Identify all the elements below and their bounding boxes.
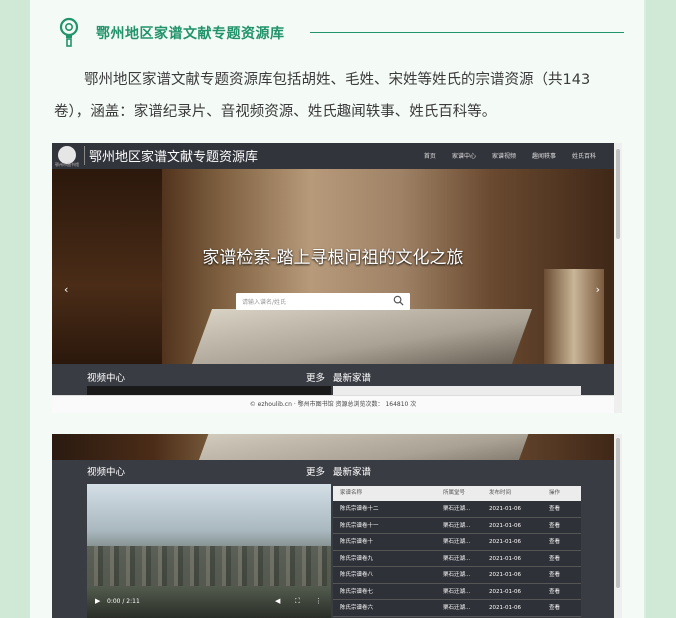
cell-name[interactable]: 陈氏宗谱卷八 bbox=[333, 567, 443, 583]
video-preview-edge bbox=[87, 386, 331, 395]
cell-hall: 栗石迁湖... bbox=[443, 539, 471, 545]
col-date: 发布时间 bbox=[489, 490, 512, 496]
view-button[interactable]: 查看 bbox=[549, 600, 581, 616]
scrollbar[interactable] bbox=[614, 434, 622, 618]
volume-icon[interactable]: ◀ bbox=[275, 597, 280, 605]
cell-hall: 栗石迁湖... bbox=[443, 605, 471, 611]
search-box[interactable]: 请输入谱名/姓氏 bbox=[236, 293, 410, 310]
website-screenshot-home: 鄂州市图书馆 鄂州地区家谱文献专题资源库 首页 家谱中心 家谱视频 趣闻轶事 姓… bbox=[52, 143, 622, 413]
cell-date: 2021-01-06 bbox=[489, 572, 521, 578]
newest-genealogy-label: 最新家谱 bbox=[333, 467, 372, 478]
more-options-icon[interactable]: ⋮ bbox=[315, 597, 322, 605]
table-row[interactable]: 陈氏宗谱卷八 栗石迁湖... 2021-01-06 查看 bbox=[333, 567, 581, 584]
scrollbar-thumb[interactable] bbox=[616, 149, 620, 239]
search-icon[interactable] bbox=[393, 295, 404, 306]
cell-name[interactable]: 陈氏宗谱卷六 bbox=[333, 600, 443, 616]
hero-book-image bbox=[191, 434, 533, 460]
section-header: 鄂州地区家谱文献专题资源库 bbox=[58, 14, 624, 50]
col-hall: 所属堂号 bbox=[443, 490, 466, 496]
video-controls: ▶ 0:00 / 2:11 ◀ ⛶ ⋮ bbox=[87, 594, 331, 612]
cell-date: 2021-01-06 bbox=[489, 539, 521, 545]
hero-book-image bbox=[191, 309, 533, 364]
nav-item-home[interactable]: 首页 bbox=[424, 151, 436, 160]
carousel-next-icon[interactable]: › bbox=[596, 283, 600, 296]
video-time: 0:00 / 2:11 bbox=[107, 598, 140, 605]
cell-date: 2021-01-06 bbox=[489, 588, 521, 595]
section-paragraph: 鄂州地区家谱文献专题资源库包括胡姓、毛姓、宋姓等姓氏的宗谱资源（共143卷），涵… bbox=[54, 72, 591, 120]
view-button[interactable]: 查看 bbox=[549, 551, 581, 567]
view-button[interactable]: 查看 bbox=[549, 534, 581, 550]
cell-date: 2021-01-06 bbox=[489, 506, 521, 512]
cell-hall: 栗石迁湖... bbox=[443, 522, 471, 529]
cell-date: 2021-01-06 bbox=[489, 555, 521, 562]
newest-genealogy-label: 最新家谱 bbox=[333, 373, 372, 384]
more-link[interactable]: 更多 bbox=[306, 370, 325, 384]
video-center-label: 视频中心 bbox=[87, 373, 126, 384]
cell-date: 2021-01-06 bbox=[489, 522, 521, 529]
hero-banner: 家谱检索-踏上寻根问祖的文化之旅 请输入谱名/姓氏 ‹ › bbox=[52, 169, 614, 364]
content-section-bar: 视频中心 更多 最新家谱 bbox=[52, 364, 614, 395]
nav-item-genealogy-video[interactable]: 家谱视频 bbox=[492, 151, 516, 160]
view-button[interactable]: 查看 bbox=[549, 518, 581, 534]
table-row[interactable]: 陈氏宗谱卷九 栗石迁湖... 2021-01-06 查看 bbox=[333, 551, 581, 567]
cell-hall: 栗石迁湖... bbox=[443, 588, 471, 595]
view-button[interactable]: 查看 bbox=[549, 584, 581, 600]
table-row[interactable]: 陈氏宗谱卷十 栗石迁湖... 2021-01-06 查看 bbox=[333, 534, 581, 551]
hero-banner-strip bbox=[52, 434, 614, 460]
table-row[interactable]: 陈氏宗谱卷七 栗石迁湖... 2021-01-06 查看 bbox=[333, 584, 581, 600]
section-title: 鄂州地区家谱文献专题资源库 bbox=[96, 26, 285, 42]
table-row[interactable]: 陈氏宗谱卷六 栗石迁湖... 2021-01-06 查看 bbox=[333, 600, 581, 617]
scrollbar-thumb[interactable] bbox=[616, 438, 620, 588]
hero-title: 家谱检索-踏上寻根问祖的文化之旅 bbox=[202, 248, 464, 268]
cell-name[interactable]: 陈氏宗谱卷九 bbox=[333, 551, 443, 567]
table-header: 家谱名称 所属堂号 发布时间 操作 bbox=[333, 486, 581, 501]
logo-caption: 鄂州市图书馆 bbox=[55, 162, 79, 167]
cell-name[interactable]: 陈氏宗谱卷十二 bbox=[333, 501, 443, 517]
cell-hall: 栗石迁湖... bbox=[443, 555, 471, 562]
site-nav: 首页 家谱中心 家谱视频 趣闻轶事 姓氏百科 bbox=[424, 151, 596, 160]
cell-name[interactable]: 陈氏宗谱卷十 bbox=[333, 534, 443, 550]
col-action: 操作 bbox=[549, 490, 561, 496]
nav-item-surname-wiki[interactable]: 姓氏百科 bbox=[572, 151, 596, 160]
site-header: 鄂州市图书馆 鄂州地区家谱文献专题资源库 首页 家谱中心 家谱视频 趣闻轶事 姓… bbox=[52, 143, 614, 169]
more-link[interactable]: 更多 bbox=[306, 464, 325, 478]
page-margin-left bbox=[0, 0, 30, 618]
view-button[interactable]: 查看 bbox=[549, 567, 581, 583]
site-title[interactable]: 鄂州地区家谱文献专题资源库 bbox=[84, 146, 258, 165]
table-row[interactable]: 陈氏宗谱卷十二 栗石迁湖... 2021-01-06 查看 bbox=[333, 501, 581, 518]
nav-item-genealogy-center[interactable]: 家谱中心 bbox=[452, 151, 476, 160]
table-preview-edge bbox=[333, 386, 581, 395]
title-divider bbox=[310, 32, 624, 33]
view-button[interactable]: 查看 bbox=[549, 501, 581, 517]
video-center-label: 视频中心 bbox=[87, 467, 126, 478]
nav-item-anecdotes[interactable]: 趣闻轶事 bbox=[532, 151, 556, 160]
genealogy-table: 家谱名称 所属堂号 发布时间 操作 陈氏宗谱卷十二 栗石迁湖... 2021-01-… bbox=[333, 486, 581, 617]
video-frame-city bbox=[87, 546, 331, 586]
carousel-prev-icon[interactable]: ‹ bbox=[64, 283, 68, 296]
play-icon[interactable]: ▶ bbox=[95, 597, 100, 605]
cell-hall: 栗石迁湖... bbox=[443, 572, 471, 578]
scrollbar[interactable] bbox=[614, 143, 622, 413]
website-screenshot-videos: 视频中心 更多 最新家谱 ▶ 0:00 / 2:11 ◀ ⛶ ⋮ 家谱名称 所属… bbox=[52, 434, 622, 618]
cell-hall: 栗石迁湖... bbox=[443, 506, 471, 512]
video-player[interactable]: ▶ 0:00 / 2:11 ◀ ⛶ ⋮ bbox=[87, 484, 331, 618]
cell-name[interactable]: 陈氏宗谱卷十一 bbox=[333, 518, 443, 534]
site-footer: © ezhoulib.cn · 鄂州市图书馆 资源总浏览次数： 164810 次 bbox=[52, 395, 614, 413]
fullscreen-icon[interactable]: ⛶ bbox=[295, 597, 300, 606]
col-name: 家谱名称 bbox=[340, 490, 363, 496]
search-placeholder: 请输入谱名/姓氏 bbox=[242, 299, 287, 306]
table-row[interactable]: 陈氏宗谱卷十一 栗石迁湖... 2021-01-06 查看 bbox=[333, 518, 581, 534]
cell-name[interactable]: 陈氏宗谱卷七 bbox=[333, 584, 443, 600]
lightbulb-icon bbox=[59, 17, 79, 47]
cell-date: 2021-01-06 bbox=[489, 605, 521, 611]
page-margin-right bbox=[646, 0, 676, 618]
